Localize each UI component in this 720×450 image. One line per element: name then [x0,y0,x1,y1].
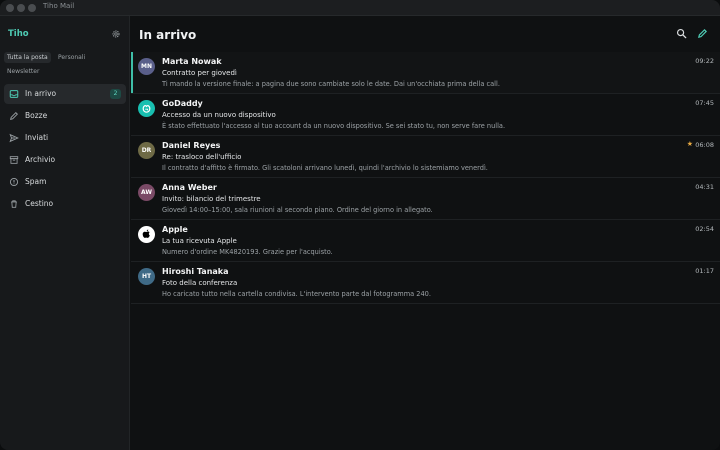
message-subject: Foto della conferenza [162,279,238,287]
alert-icon [9,177,19,187]
avatar [138,226,155,243]
sidebar: Tiho Tutta la posta Personali Newsletter… [0,16,130,450]
send-icon [9,133,19,143]
message-preview: È stato effettuato l'accesso al tuo acco… [162,122,506,130]
account-name[interactable]: Tiho [8,29,29,39]
folder-drafts[interactable]: Bozze [4,106,126,126]
inbox-icon [9,90,19,98]
folder-label: Spam [25,177,47,186]
mail-window: Tiho Mail Tiho Tutta la posta Personali … [0,0,720,450]
avatar: HT [138,268,155,285]
message-subject: Re: trasloco dell'ufficio [162,153,242,161]
trash-icon [11,200,17,208]
filter-personal[interactable]: Personali [55,52,88,63]
avatar: MN [138,58,155,75]
message-row[interactable]: MN Marta Nowak 09:22 Contratto per giove… [131,52,720,94]
selected-indicator [131,52,133,93]
folder-sent[interactable]: Inviati [4,128,126,148]
unread-badge: 2 [110,89,121,99]
close-window-button[interactable] [6,4,14,12]
filter-all[interactable]: Tutta la posta [4,52,51,63]
message-time: 06:08 [695,141,714,149]
message-row[interactable]: AW Anna Weber 04:31 Invito: bilancio del… [131,178,720,220]
sender-name: GoDaddy [162,99,203,108]
search-icon[interactable] [676,28,687,39]
message-row[interactable]: HT Hiroshi Tanaka 01:17 Foto della confe… [131,262,720,304]
avatar [138,100,155,117]
pencil-icon [10,112,18,120]
message-time: 07:45 [695,99,714,107]
message-time: 02:54 [695,225,714,233]
folder-label: Bozze [25,111,48,120]
message-row[interactable]: DR Daniel Reyes ★ 06:08 Re: trasloco del… [131,136,720,178]
message-subject: Accesso da un nuovo dispositivo [162,111,276,119]
archive-icon [9,156,19,164]
message-list-pane: In arrivo MN Marta Nowak 09:22 Contratto… [131,16,720,450]
folder-label: Archivio [25,155,56,164]
folder-label: Cestino [25,199,54,208]
message-preview: Ti mando la versione finale: a pagina du… [162,80,500,88]
avatar: DR [138,142,155,159]
message-preview: Numero d'ordine MK4820193. Grazie per l'… [162,248,333,256]
folder-label: Inviati [25,133,49,142]
folder-inbox[interactable]: In arrivo 2 [4,84,126,104]
avatar: AW [138,184,155,201]
folder-spam[interactable]: Spam [4,172,126,192]
zoom-window-button[interactable] [28,4,36,12]
sender-name: Marta Nowak [162,57,222,66]
minimize-window-button[interactable] [17,4,25,12]
message-subject: La tua ricevuta Apple [162,237,237,245]
message-preview: Ho caricato tutto nella cartella condivi… [162,290,431,298]
star-icon[interactable]: ★ [687,140,693,148]
message-time: 09:22 [695,57,714,65]
compose-icon[interactable] [697,28,708,39]
apple-logo-icon [142,229,150,238]
message-subject: Contratto per giovedì [162,69,237,77]
window-title: Tiho Mail [43,2,75,10]
filter-newsletter[interactable]: Newsletter [4,66,42,77]
title-bar: Tiho Mail [0,0,720,16]
folder-label: In arrivo [25,89,57,98]
sender-name: Daniel Reyes [162,141,221,150]
gear-icon[interactable] [111,29,121,39]
sender-name: Apple [162,225,188,234]
folder-trash[interactable]: Cestino [4,194,126,214]
page-title: In arrivo [139,28,197,42]
message-time: 01:17 [695,267,714,275]
message-time: 04:31 [695,183,714,191]
sender-name: Anna Weber [162,183,217,192]
message-preview: Giovedì 14:00–15:00, sala riunioni al se… [162,206,433,214]
message-subject: Invito: bilancio del trimestre [162,195,261,203]
message-row[interactable]: GoDaddy 07:45 Accesso da un nuovo dispos… [131,94,720,136]
sender-name: Hiroshi Tanaka [162,267,229,276]
message-row[interactable]: Apple 02:54 La tua ricevuta Apple Numero… [131,220,720,262]
folder-archive[interactable]: Archivio [4,150,126,170]
godaddy-logo-icon [142,105,151,113]
message-preview: Il contratto d'affitto è firmato. Gli sc… [162,164,488,172]
